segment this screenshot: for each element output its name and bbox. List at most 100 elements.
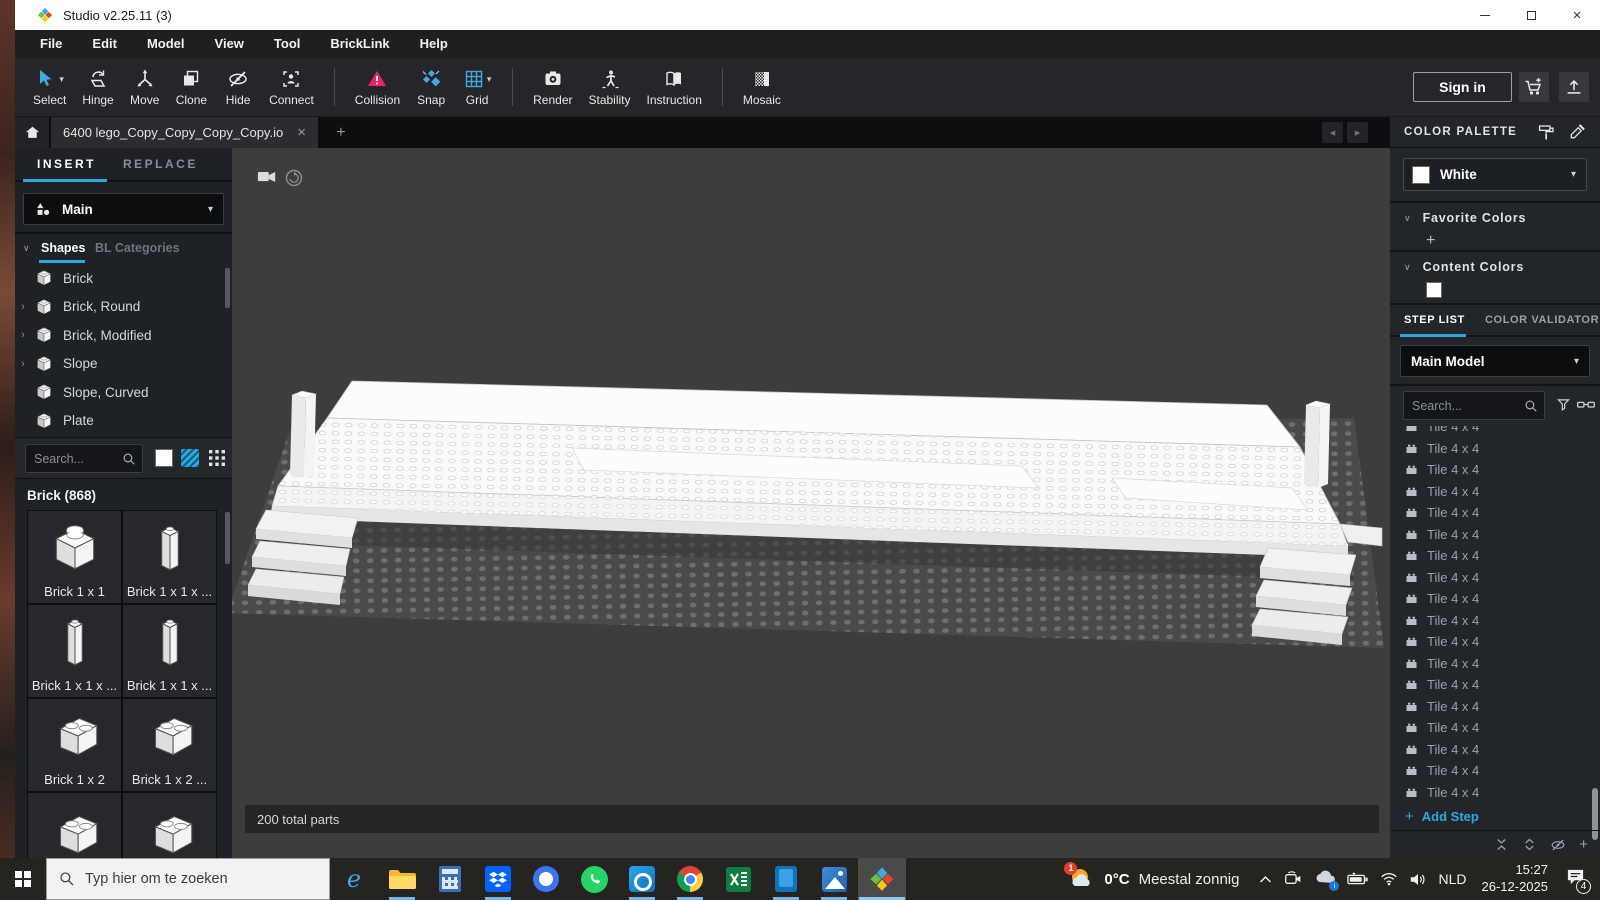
collision-toggle-button[interactable]: Collision [347,60,408,114]
add-step-button[interactable]: + Add Step [1405,808,1479,825]
meet-now-icon[interactable] [1284,871,1303,887]
step-list-item[interactable]: Tile 4 x 4 [1390,760,1600,782]
tab-shapes[interactable]: Shapes [41,241,85,255]
hide-colors-toggle-icon[interactable] [181,449,199,467]
tab-insert[interactable]: INSERT [37,157,96,171]
tab-step-list[interactable]: STEP LIST [1404,314,1465,326]
upload-button[interactable] [1559,72,1589,102]
clone-tool-button[interactable]: Clone [168,60,215,114]
onedrive-tray-item[interactable]: i [1314,869,1336,889]
notification-center-button[interactable]: 4 [1565,867,1586,891]
step-list-item[interactable]: Tile 4 x 4 [1390,653,1600,675]
grid-settings-button[interactable]: ▾ Grid [454,60,500,114]
keyboard-language[interactable]: NLD [1438,871,1466,887]
step-list-item[interactable]: Tile 4 x 4 [1390,717,1600,739]
taskbar-search[interactable]: Typ hier om te zoeken [46,858,330,900]
tab-close-icon[interactable]: × [297,124,306,141]
menu-item[interactable]: Tool [259,30,315,58]
start-button[interactable] [0,858,46,900]
menu-item[interactable]: BrickLink [315,30,404,58]
eyedropper-icon[interactable] [1567,123,1586,142]
grid-view-icon[interactable] [208,449,226,467]
part-item[interactable]: Brick 1 x 2 ... [122,698,217,792]
cart-button[interactable] [1519,72,1549,102]
taskbar-app-studio[interactable] [858,858,906,900]
category-scrollbar[interactable] [225,268,230,308]
current-color-swatch[interactable] [155,449,173,467]
taskbar-app-your-phone[interactable] [762,858,810,900]
step-list-item[interactable]: Tile 4 x 4 [1390,502,1600,524]
step-list-item[interactable]: Tile 4 x 4 [1390,567,1600,589]
document-tab[interactable]: 6400 lego_Copy_Copy_Copy_Copy.io × [51,117,318,148]
taskbar-app-chrome[interactable] [666,858,714,900]
category-item[interactable]: › Slope [15,350,232,379]
mosaic-button[interactable]: Mosaic [735,60,789,114]
part-item[interactable]: Brick 1 x 1 x ... [122,510,217,604]
step-list-item[interactable]: Tile 4 x 4 [1390,782,1600,804]
category-item[interactable]: Plate [15,407,232,436]
weather-widget[interactable]: 1 0°C Meestal zonnig [1068,866,1239,893]
taskbar-app-calculator[interactable] [426,858,474,900]
tray-expand-icon[interactable] [1258,873,1273,886]
instruction-button[interactable]: Instruction [639,60,710,114]
content-color-swatch[interactable] [1426,282,1442,298]
expand-chevron-icon[interactable]: › [18,301,28,313]
menu-item[interactable]: Help [405,30,463,58]
select-tool-button[interactable]: ▾ Select [25,60,74,114]
collapse-chevron-icon[interactable]: ∨ [1404,262,1411,273]
menu-item[interactable]: View [200,30,259,58]
expand-all-icon[interactable] [1522,837,1537,852]
viewport-3d[interactable]: 200 total parts [232,148,1390,858]
taskbar-app-signal[interactable] [522,858,570,900]
step-list-item[interactable]: Tile 4 x 4 [1390,426,1600,438]
add-favorite-color-button[interactable]: + [1426,232,1435,250]
camera-view-icon[interactable] [257,168,277,186]
close-button[interactable]: × [1554,0,1600,30]
step-list-item[interactable]: Tile 4 x 4 [1390,588,1600,610]
taskbar-app-dropbox[interactable] [474,858,522,900]
step-list-item[interactable]: Tile 4 x 4 [1390,524,1600,546]
part-item[interactable]: Brick 1 x 1 [27,510,122,604]
part-item[interactable] [122,792,217,858]
collapse-chevron-icon[interactable]: ∨ [1404,213,1411,224]
wifi-icon[interactable] [1380,872,1398,886]
battery-icon[interactable] [1347,872,1369,886]
expand-chevron-icon[interactable]: › [18,358,28,370]
stability-button[interactable]: Stability [581,60,639,114]
taskbar-app-photos[interactable] [810,858,858,900]
home-tab-button[interactable] [15,117,49,148]
hinge-tool-button[interactable]: Hinge [74,60,121,114]
taskbar-app-ie[interactable]: e [330,858,378,900]
model-dropdown[interactable]: Main ▾ [23,193,224,225]
part-item[interactable]: Brick 1 x 1 x ... [122,604,217,698]
collapse-all-icon[interactable] [1494,837,1509,852]
category-item[interactable]: › Brick, Modified [15,321,232,350]
part-item[interactable]: Brick 1 x 2 [27,698,122,792]
render-button[interactable]: Render [525,60,580,114]
sign-in-button[interactable]: Sign in [1413,72,1512,102]
part-item[interactable]: Brick 1 x 1 x ... [27,604,122,698]
taskbar-app-whatsapp[interactable] [570,858,618,900]
volume-icon[interactable] [1409,872,1427,887]
collapse-chevron-icon[interactable]: ∨ [23,243,30,254]
menu-item[interactable]: File [25,30,77,58]
maximize-button[interactable] [1508,0,1554,30]
step-list-item[interactable]: Tile 4 x 4 [1390,459,1600,481]
step-list-item[interactable]: Tile 4 x 4 [1390,696,1600,718]
minimize-button[interactable] [1462,0,1508,30]
part-search-input[interactable] [26,452,122,466]
step-list-item[interactable]: Tile 4 x 4 [1390,739,1600,761]
tab-color-validator[interactable]: COLOR VALIDATOR [1485,314,1599,326]
add-icon[interactable]: + [1579,836,1588,853]
menu-item[interactable]: Edit [77,30,132,58]
tab-bl-categories[interactable]: BL Categories [95,241,180,255]
filter-icon[interactable] [1555,396,1572,413]
color-dropdown[interactable]: White ▾ [1403,158,1587,191]
move-tool-button[interactable]: Move [122,60,168,114]
category-item[interactable]: › Brick, Round [15,293,232,322]
menu-item[interactable]: Model [132,30,200,58]
tab-scroll-left-button[interactable]: ◂ [1322,122,1343,143]
step-list-item[interactable]: Tile 4 x 4 [1390,674,1600,696]
category-item[interactable]: Slope, Curved [15,378,232,407]
snap-toggle-button[interactable]: Snap [408,60,454,114]
